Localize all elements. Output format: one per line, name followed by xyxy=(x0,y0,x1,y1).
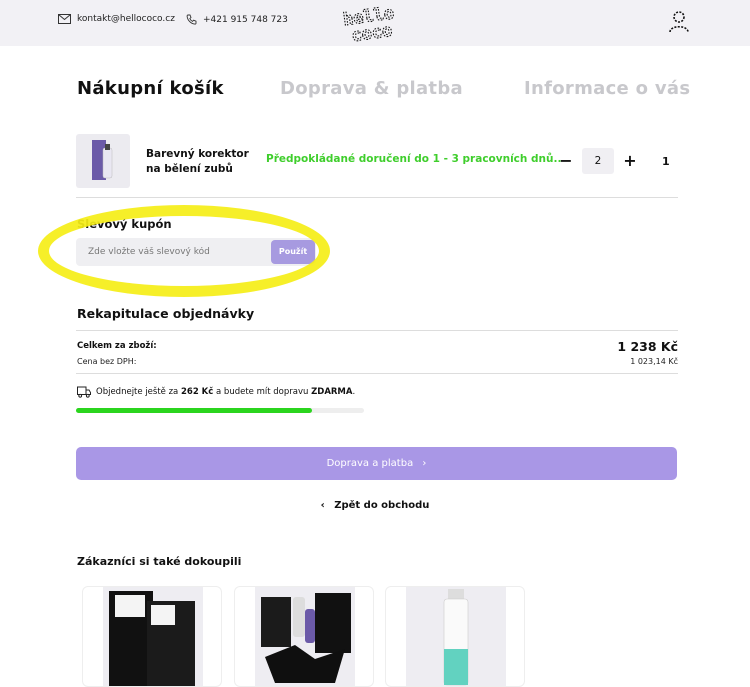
free-shipping-suffix: . xyxy=(352,387,356,397)
coupon-field-group: Použít xyxy=(76,238,316,266)
phone-icon xyxy=(186,14,197,25)
product-image-icon xyxy=(92,140,113,180)
free-shipping-word: ZDARMA xyxy=(311,387,353,397)
total-goods-value: 1 238 Kč xyxy=(617,339,678,354)
delivery-truck-icon xyxy=(77,386,91,398)
apply-coupon-button[interactable]: Použít xyxy=(271,240,315,264)
email-text: kontakt@hellococo.cz xyxy=(77,14,175,24)
delivery-estimate: Předpokládané doručení do 1 - 3 pracovní… xyxy=(266,153,562,165)
coupon-input[interactable] xyxy=(88,238,268,266)
price-without-vat-value: 1 023,14 Kč xyxy=(630,357,678,366)
product-card[interactable] xyxy=(385,586,525,687)
free-shipping-progress-bar xyxy=(76,408,364,413)
divider xyxy=(76,197,678,198)
quantity-increase-button[interactable]: + xyxy=(622,148,638,174)
step-cart[interactable]: Nákupní košík xyxy=(77,78,224,99)
divider xyxy=(76,373,678,374)
price-without-vat-label: Cena bez DPH: xyxy=(77,357,137,366)
step-customer-info[interactable]: Informace o vás xyxy=(524,78,690,99)
item-count: 1 xyxy=(662,155,670,168)
chevron-right-icon: › xyxy=(422,458,427,469)
upsell-title: Zákazníci si také dokoupili xyxy=(77,555,242,568)
email-contact[interactable]: kontakt@hellococo.cz xyxy=(58,14,175,24)
phone-text: +421 915 748 723 xyxy=(203,14,288,25)
quantity-value[interactable]: 2 xyxy=(582,148,614,174)
continue-label: Doprava a platba xyxy=(326,458,414,469)
free-shipping-amount: 262 Kč xyxy=(180,387,214,397)
chevron-left-icon: ‹ xyxy=(320,500,325,511)
free-shipping-progress-fill xyxy=(76,408,313,413)
free-shipping-middle: a budete mít dopravu xyxy=(216,387,309,397)
mail-icon xyxy=(58,14,71,24)
product-card[interactable] xyxy=(234,586,374,687)
user-icon[interactable] xyxy=(668,10,690,34)
product-image xyxy=(255,587,355,686)
product-thumbnail[interactable] xyxy=(76,134,130,188)
phone-contact[interactable]: +421 915 748 723 xyxy=(186,14,288,25)
continue-to-shipping-button[interactable]: Doprava a platba › xyxy=(76,447,677,480)
back-label: Zpět do obchodu xyxy=(334,500,430,511)
step-shipping-payment[interactable]: Doprava & platba xyxy=(280,78,463,99)
serum-bottle-icon xyxy=(443,589,469,686)
top-bar: kontakt@hellococo.cz +421 915 748 723 he… xyxy=(0,0,750,46)
free-shipping-prefix: Objednejte ještě za xyxy=(96,387,179,397)
back-to-shop-link[interactable]: ‹ Zpět do obchodu xyxy=(0,500,750,511)
hellococo-logo[interactable]: hello coco xyxy=(340,4,410,42)
whitening-kit-icon xyxy=(261,593,351,683)
product-image xyxy=(103,587,203,686)
quantity-decrease-button[interactable]: − xyxy=(558,148,574,174)
coupon-title: Slevový kupón xyxy=(77,217,172,231)
product-image xyxy=(406,587,506,686)
product-card[interactable] xyxy=(82,586,222,687)
checkout-steps: Nákupní košík Doprava & platba Informace… xyxy=(0,78,750,102)
free-shipping-note: Objednejte ještě za 262 Kč a budete mít … xyxy=(77,386,355,398)
whitening-strips-icon xyxy=(109,591,195,686)
cart-item: Barevný korektor na bělení zubů Předpokl… xyxy=(76,134,678,188)
total-goods-label: Celkem za zboží: xyxy=(77,341,157,351)
order-summary-title: Rekapitulace objednávky xyxy=(77,306,255,321)
divider xyxy=(76,330,678,331)
product-name[interactable]: Barevný korektor na bělení zubů xyxy=(146,147,256,177)
